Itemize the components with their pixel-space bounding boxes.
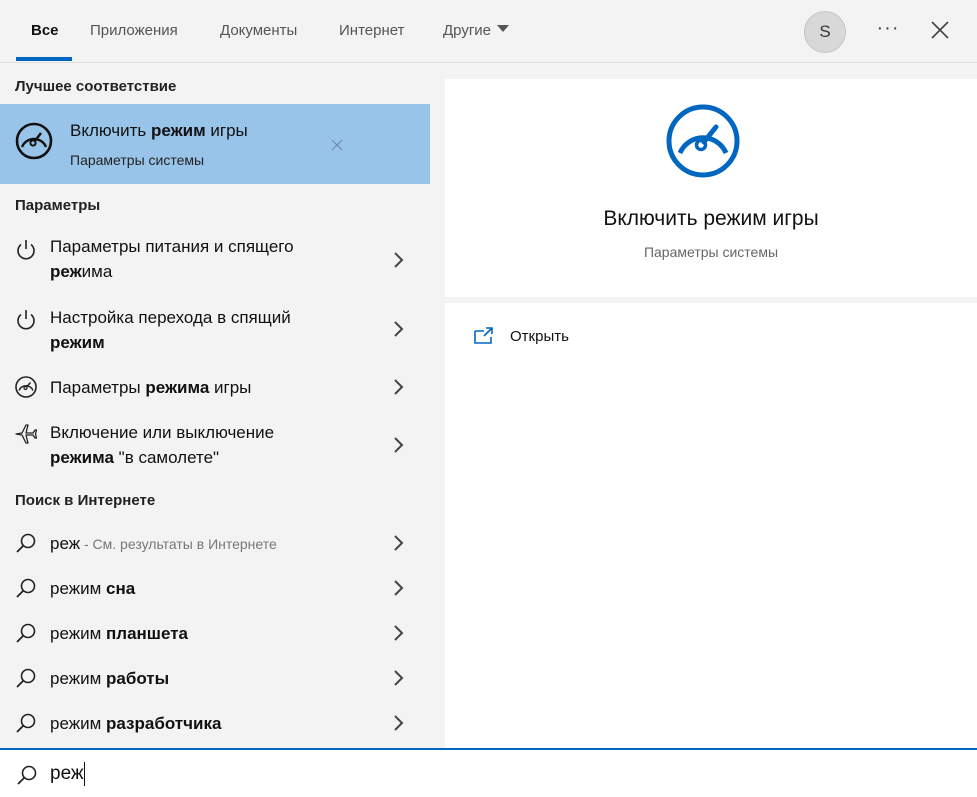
- search-bar: [0, 748, 977, 797]
- settings-heading: Параметры: [15, 197, 101, 214]
- search-icon: [16, 623, 36, 643]
- open-external-icon: [474, 327, 493, 344]
- tab-more-label: Другие: [443, 22, 492, 39]
- chevron-right-icon: [394, 437, 404, 453]
- chevron-right-icon: [394, 379, 404, 395]
- web-result-label: режим работы: [50, 669, 170, 688]
- web-result-item[interactable]: режим разработчика: [0, 708, 430, 740]
- preview-actions: Открыть: [445, 303, 977, 748]
- tab-all[interactable]: Все: [31, 21, 59, 41]
- settings-item-label: Настройка перехода в спящий режим: [50, 308, 291, 352]
- settings-item-label: Параметры режима игры: [50, 378, 252, 397]
- chevron-right-icon: [394, 252, 404, 268]
- settings-item-label: Включение или выключение режима "в самоле…: [50, 423, 275, 467]
- preview-card: Включить режим игры Параметры системы: [445, 79, 977, 297]
- search-icon: [16, 533, 36, 553]
- web-search-heading: Поиск в Интернете: [15, 492, 156, 509]
- caret-down-icon: [497, 25, 510, 32]
- chevron-right-icon: [394, 670, 404, 686]
- results-pane: Лучшее соответствие Включить режим игры …: [0, 64, 430, 748]
- web-result-label: реж - См. результаты в Интернете: [50, 534, 277, 553]
- tab-more-dropdown[interactable]: Другие: [443, 21, 510, 41]
- chevron-right-icon: [394, 535, 404, 551]
- power-icon: [17, 310, 35, 330]
- more-options-button[interactable]: ···: [871, 18, 905, 44]
- gamemode-icon: [666, 104, 740, 178]
- chevron-right-icon: [394, 715, 404, 731]
- text-cursor: [84, 762, 85, 786]
- settings-item-sleep-transition[interactable]: Настройка перехода в спящий режим: [0, 303, 430, 359]
- best-match-item[interactable]: Включить режим игры Параметры системы: [0, 104, 430, 184]
- web-result-item[interactable]: реж - См. результаты в Интернете: [0, 528, 430, 560]
- preview-subtitle: Параметры системы: [643, 244, 779, 260]
- settings-item-airplane-mode[interactable]: Включение или выключение режима "в самоле…: [0, 418, 430, 474]
- close-button[interactable]: [926, 16, 954, 44]
- search-icon: [17, 765, 37, 785]
- chevron-right-icon: [394, 625, 404, 641]
- settings-item-power-sleep[interactable]: Параметры питания и спящего режима: [0, 232, 430, 288]
- user-avatar[interactable]: S: [804, 11, 846, 53]
- web-result-item[interactable]: режим сна: [0, 573, 430, 605]
- web-result-label: режим разработчика: [50, 714, 222, 733]
- tab-internet[interactable]: Интернет: [339, 21, 404, 41]
- search-tabs-bar: Все Приложения Документы Интернет Другие…: [0, 0, 977, 63]
- open-action-label: Открыть: [510, 328, 569, 345]
- search-icon: [16, 578, 36, 598]
- dismiss-icon[interactable]: [329, 137, 345, 153]
- best-match-title: Включить режим игры: [70, 121, 248, 140]
- web-result-label: режим сна: [50, 579, 136, 598]
- best-match-heading: Лучшее соответствие: [15, 78, 177, 95]
- active-tab-indicator: [16, 57, 72, 61]
- gamemode-icon: [15, 122, 53, 160]
- chevron-right-icon: [394, 580, 404, 596]
- close-icon: [931, 21, 949, 39]
- web-result-item[interactable]: режим работы: [0, 663, 430, 695]
- gamemode-icon: [15, 376, 37, 398]
- search-icon: [16, 668, 36, 688]
- search-icon: [16, 713, 36, 733]
- power-icon: [17, 240, 35, 260]
- tab-documents[interactable]: Документы: [220, 21, 297, 41]
- settings-item-label: Параметры питания и спящего режима: [50, 237, 294, 281]
- tab-apps[interactable]: Приложения: [90, 21, 178, 41]
- preview-title: Включить режим игры: [603, 207, 819, 230]
- chevron-right-icon: [394, 321, 404, 337]
- settings-item-game-mode[interactable]: Параметры режима игры: [0, 372, 430, 404]
- web-result-label: режим планшета: [50, 624, 188, 643]
- web-result-item[interactable]: режим планшета: [0, 618, 430, 650]
- search-input[interactable]: [50, 758, 950, 790]
- airplane-icon: [15, 424, 38, 444]
- best-match-subtitle: Параметры системы: [70, 152, 205, 168]
